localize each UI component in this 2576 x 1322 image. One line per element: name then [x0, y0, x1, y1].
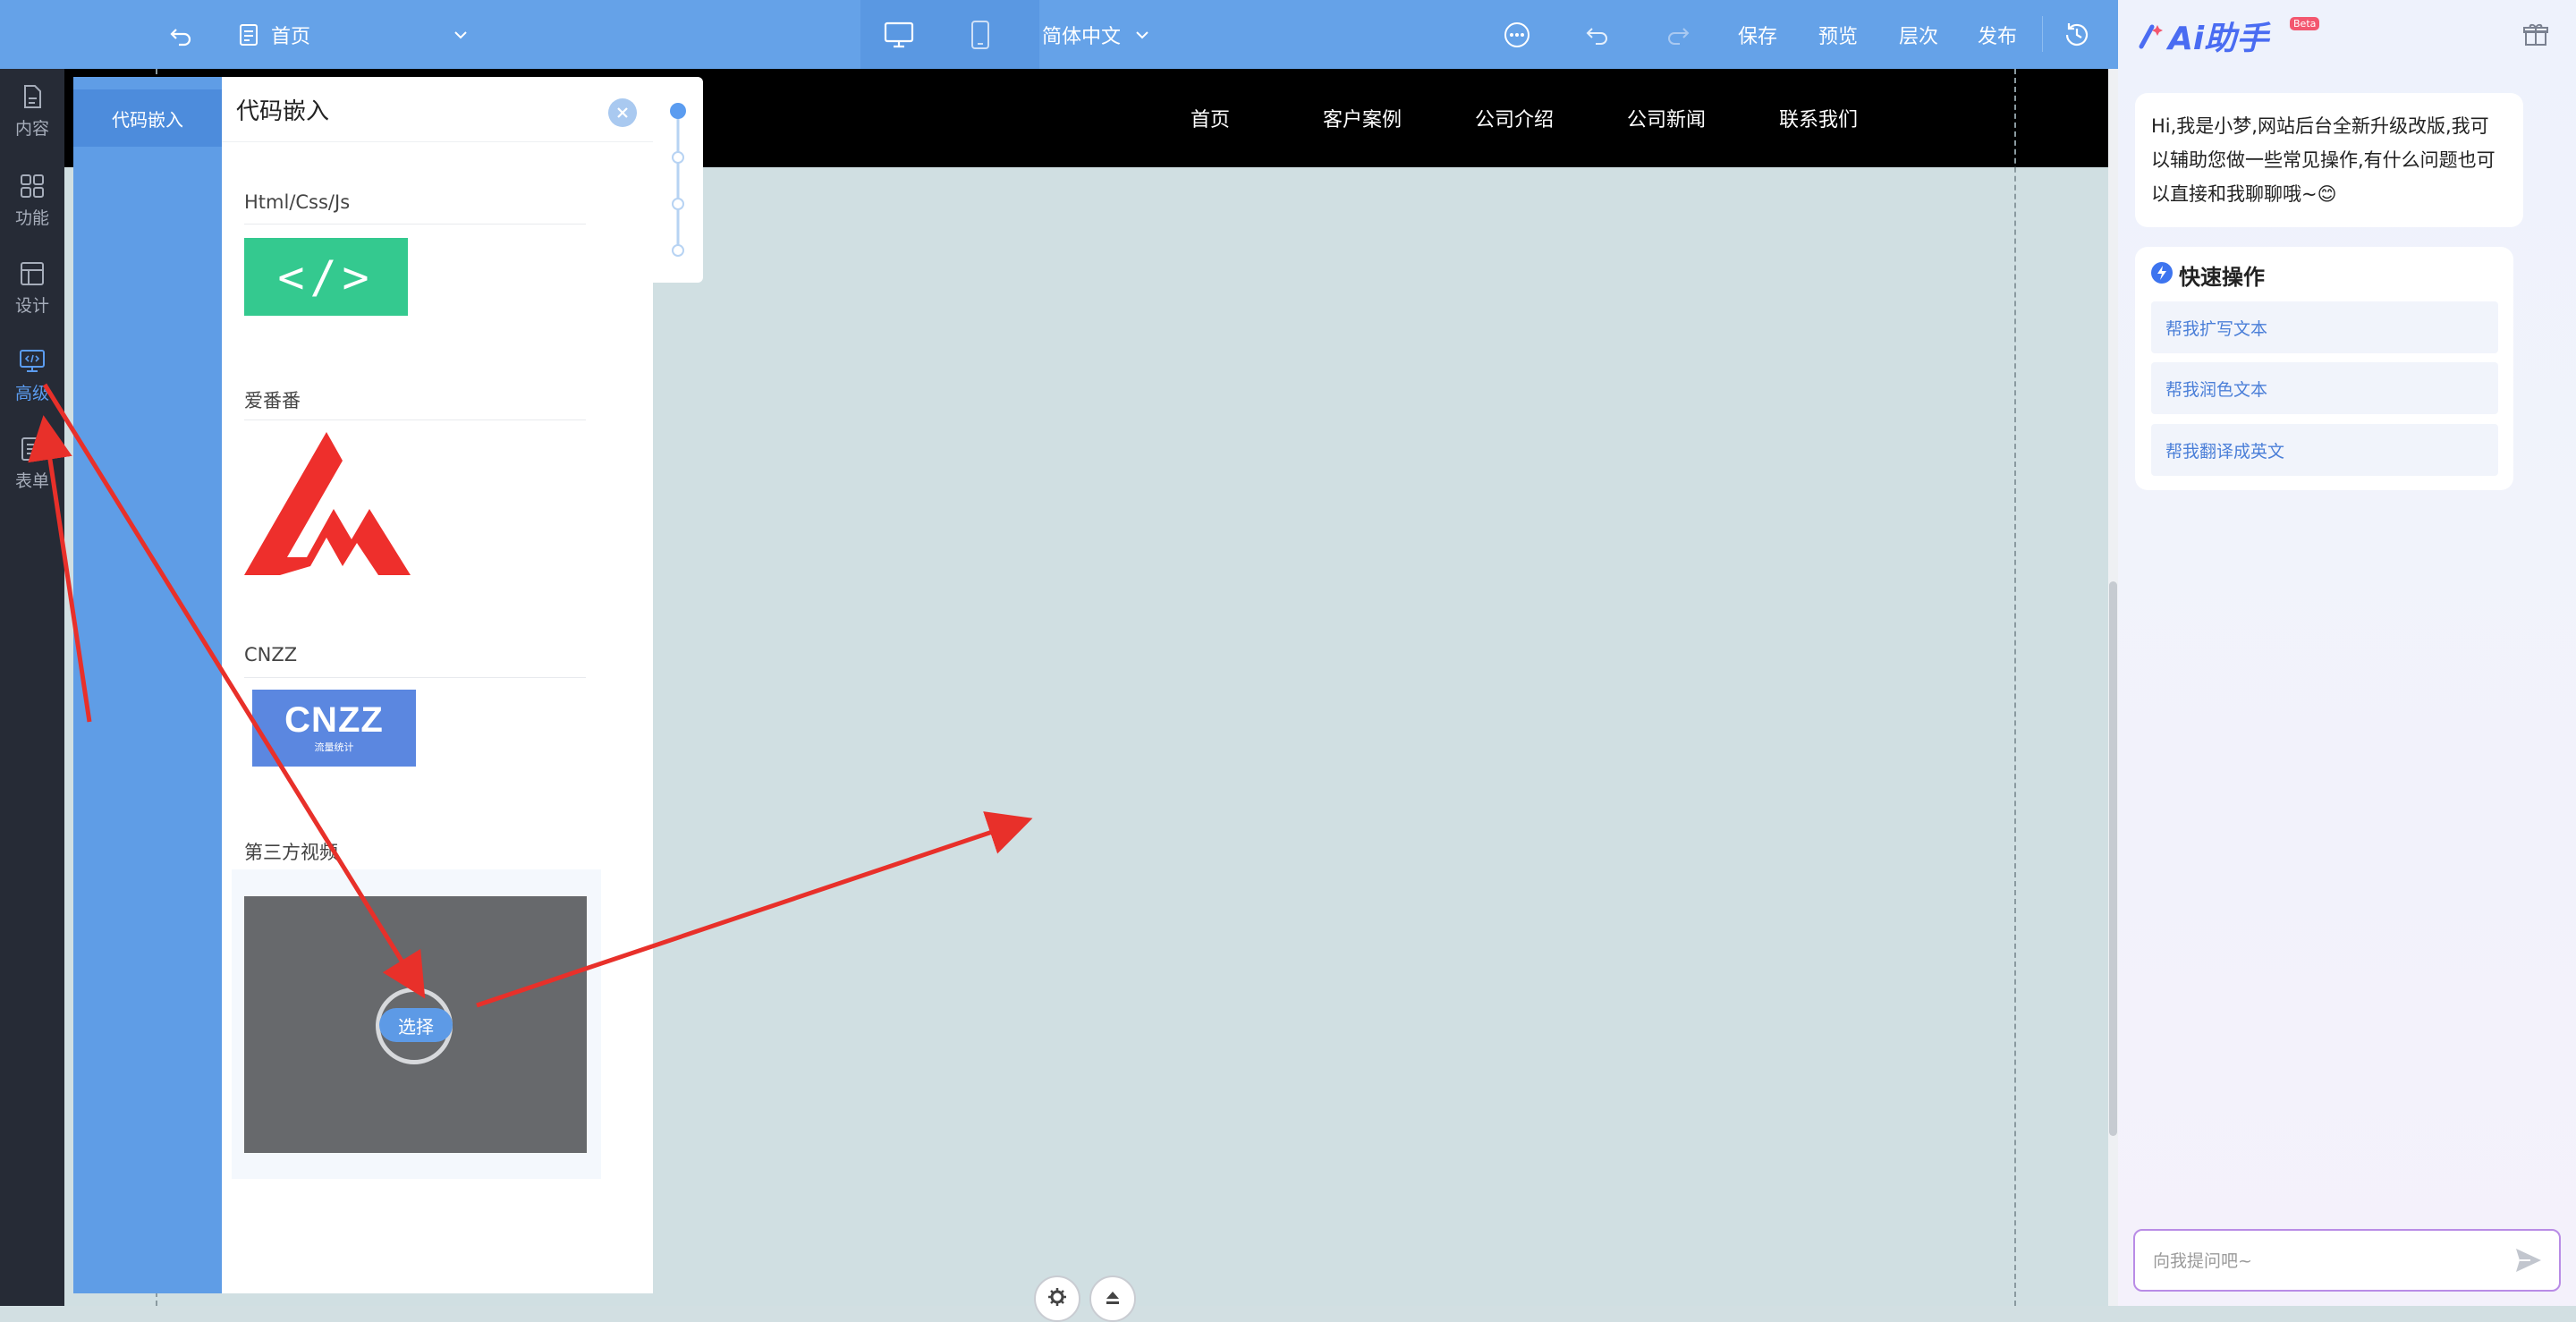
history-button[interactable]	[2062, 0, 2092, 69]
redo-button[interactable]	[1665, 0, 1691, 69]
nav-link-news[interactable]: 公司新闻	[1627, 69, 1706, 167]
sidebar-item-design[interactable]: 设计	[0, 260, 64, 341]
canvas-collapse-button[interactable]	[1089, 1275, 1136, 1322]
nav-link-about[interactable]: 公司介绍	[1475, 69, 1554, 167]
mobile-icon	[971, 20, 989, 49]
chevron-down-icon	[1136, 30, 1148, 38]
ai-chat-input-box	[2133, 1229, 2561, 1292]
undo-button[interactable]	[1584, 0, 1611, 69]
save-button[interactable]: 保存	[1738, 0, 1777, 69]
desktop-view-button[interactable]	[883, 0, 915, 69]
ai-sparkle-icon	[2136, 20, 2166, 50]
layers-button[interactable]: 层次	[1899, 0, 1938, 69]
section-divider	[244, 677, 586, 678]
panel-close-button[interactable]	[608, 98, 637, 127]
section-divider	[244, 224, 586, 225]
panel-category-column	[73, 77, 224, 1293]
select-button[interactable]: 选择	[379, 1008, 453, 1042]
stepper-track-icon	[670, 103, 686, 257]
toolbar-divider	[2042, 16, 2043, 52]
back-arrow-icon	[170, 28, 191, 46]
layout-icon	[21, 262, 44, 285]
page-name: 首页	[271, 25, 311, 48]
redo-icon	[1668, 27, 1690, 45]
more-dots-icon	[1504, 21, 1530, 47]
section-title-cnzz: CNZZ	[244, 644, 298, 665]
gift-icon	[2523, 23, 2548, 46]
panel-tab-code-embed[interactable]: 代码嵌入	[73, 89, 222, 147]
ai-title: Ai助手	[2168, 21, 2269, 57]
canvas-scrollbar-thumb[interactable]	[2109, 581, 2117, 1136]
back-button[interactable]	[168, 0, 193, 69]
mobile-view-button[interactable]	[970, 0, 991, 69]
publish-button[interactable]: 发布	[1978, 0, 2017, 69]
aifanfan-logo-icon	[244, 432, 411, 575]
ai-greeting-bubble: Hi,我是小梦,网站后台全新升级改版,我可以辅助您做一些常见操作,有什么问题也可…	[2135, 93, 2523, 227]
page-icon	[240, 23, 258, 46]
sidebar-item-content[interactable]: 内容	[0, 83, 64, 164]
cnzz-widget[interactable]: CNZZ 流量统计	[252, 690, 416, 767]
sidebar-item-form[interactable]: 表单	[0, 436, 64, 516]
lightning-icon	[2150, 261, 2174, 284]
section-title-aifanfan: 爱番番	[244, 390, 301, 411]
language-label: 简体中文	[1042, 25, 1122, 48]
beta-badge: Beta	[2290, 17, 2320, 30]
ai-gift-button[interactable]	[2522, 21, 2549, 48]
quick-actions-title: 快速操作	[2179, 265, 2265, 290]
desktop-icon	[884, 21, 914, 47]
nav-link-contact[interactable]: 联系我们	[1779, 69, 1858, 167]
eject-up-icon	[1106, 1292, 1119, 1304]
grid-icon	[21, 174, 44, 198]
aifanfan-widget[interactable]	[244, 432, 411, 575]
sidebar-item-function[interactable]: 功能	[0, 173, 64, 253]
history-clock-icon	[2065, 22, 2089, 46]
nav-link-cases[interactable]: 客户案例	[1323, 69, 1402, 167]
panel-scroll-stepper[interactable]	[653, 77, 703, 283]
gear-icon	[1048, 1288, 1066, 1306]
send-icon	[2516, 1249, 2541, 1272]
left-sidebar: 内容 功能 设计 高级 表单	[0, 69, 64, 1306]
quick-action-translate-english[interactable]: 帮我翻译成英文	[2151, 424, 2498, 476]
section-divider	[244, 419, 586, 420]
top-toolbar: 首页 简体中文 保存 预览 层次 发布	[0, 0, 2118, 69]
canvas-settings-button[interactable]	[1034, 1275, 1080, 1322]
panel-title: 代码嵌入	[236, 98, 330, 125]
quick-action-expand-text[interactable]: 帮我扩写文本	[2151, 301, 2498, 353]
more-button[interactable]	[1503, 0, 1531, 69]
nav-link-home[interactable]: 首页	[1191, 69, 1230, 167]
document-icon	[24, 85, 41, 108]
code-monitor-icon	[20, 350, 45, 372]
section-title-third-party-video: 第三方视频	[244, 842, 338, 863]
send-button[interactable]	[2514, 1247, 2543, 1274]
undo-icon	[1586, 27, 1607, 45]
list-form-icon	[21, 437, 43, 461]
html-embed-widget[interactable]: </>	[244, 238, 408, 316]
section-title-html: Html/Css/Js	[244, 191, 351, 213]
quick-action-polish-text[interactable]: 帮我润色文本	[2151, 362, 2498, 414]
language-selector[interactable]: 简体中文	[1042, 0, 1151, 69]
chevron-down-icon	[454, 30, 467, 38]
page-selector[interactable]: 首页	[237, 0, 467, 69]
ai-chat-input[interactable]	[2151, 1231, 2495, 1292]
close-icon	[617, 107, 628, 118]
content-guide-right	[2014, 69, 2016, 1306]
panel-divider	[222, 141, 653, 142]
preview-button[interactable]: 预览	[1818, 0, 1858, 69]
sidebar-item-advanced[interactable]: 高级	[0, 348, 64, 428]
